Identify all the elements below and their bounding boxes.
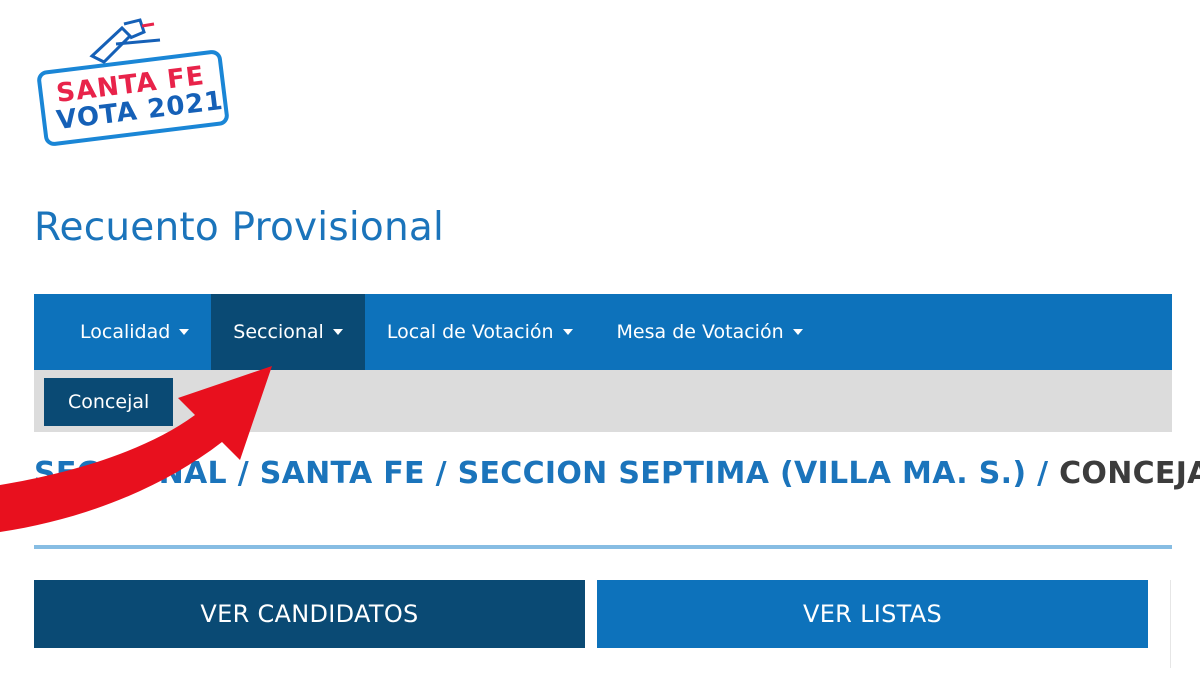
nav-item-localidad[interactable]: Localidad [58,294,211,370]
divider [34,545,1172,549]
breadcrumb-separator: / [424,456,458,491]
breadcrumb-santa-fe[interactable]: SANTA FE [260,456,425,491]
ver-listas-button[interactable]: VER LISTAS [597,580,1148,648]
breadcrumb-seccion[interactable]: SECCION SEPTIMA (VILLA MA. S.) [458,456,1027,491]
content-edge [1170,580,1171,668]
breadcrumb-separator: / [226,456,260,491]
nav-item-mesa-de-votacion[interactable]: Mesa de Votación [595,294,825,370]
breadcrumb-seccional[interactable]: SECCIONAL [34,456,227,491]
nav-item-label: Mesa de Votación [616,321,784,343]
breadcrumb: SECCIONAL / SANTA FE / SECCION SEPTIMA (… [34,456,1200,491]
caret-down-icon [792,329,803,335]
breadcrumb-separator: / [1026,456,1060,491]
nav-item-label: Localidad [80,321,171,343]
caret-down-icon [179,329,190,335]
page-title: Recuento Provisional [34,205,445,250]
caret-down-icon [332,329,343,335]
nav-item-label: Local de Votación [386,321,554,343]
subnav-item-concejal[interactable]: Concejal [44,378,174,426]
nav-item-seccional[interactable]: Seccional [211,294,365,370]
santa-fe-vota-logo: SANTA FE VOTA 2021 [34,18,234,148]
sub-nav: Concejal [34,370,1172,432]
nav-item-label: Seccional [233,321,324,343]
ver-candidatos-button[interactable]: VER CANDIDATOS [34,580,585,648]
breadcrumb-current: CONCEJAL [1059,456,1200,491]
caret-down-icon [562,329,573,335]
nav-item-local-de-votacion[interactable]: Local de Votación [365,294,595,370]
main-nav: Localidad Seccional Local de Votación Me… [34,294,1172,370]
